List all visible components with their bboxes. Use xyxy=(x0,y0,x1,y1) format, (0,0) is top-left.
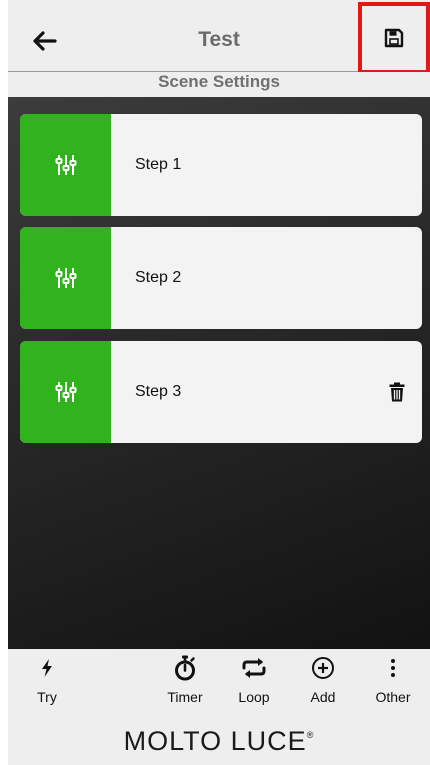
stopwatch-icon xyxy=(174,653,196,683)
sliders-icon xyxy=(55,382,76,402)
plus-circle-icon xyxy=(311,653,335,683)
subheader-bar: Scene Settings xyxy=(8,72,430,97)
bottom-toolbar: Try Timer Loop Add Other xyxy=(8,649,430,717)
step-icon-box xyxy=(20,114,111,216)
step-label: Step 3 xyxy=(135,383,182,400)
brand-name: MOLTO LUCE xyxy=(123,725,307,756)
floppy-disk-icon xyxy=(384,28,404,48)
try-button[interactable]: Try xyxy=(17,653,77,713)
section-title: Scene Settings xyxy=(158,72,280,91)
delete-step-button[interactable] xyxy=(386,380,408,404)
footer-bar: MOLTO LUCE® xyxy=(8,717,430,765)
step-label: Step 2 xyxy=(135,269,182,286)
step-item-3[interactable]: Step 3 xyxy=(20,341,422,443)
bolt-icon xyxy=(41,653,53,683)
tool-label: Loop xyxy=(238,689,270,705)
sliders-icon xyxy=(55,268,76,288)
other-button[interactable]: Other xyxy=(363,653,423,713)
tool-label: Other xyxy=(375,689,411,705)
timer-button[interactable]: Timer xyxy=(155,653,215,713)
trash-icon xyxy=(389,382,405,402)
step-item-1[interactable]: Step 1 xyxy=(20,114,422,216)
step-label: Step 1 xyxy=(135,156,182,173)
loop-button[interactable]: Loop xyxy=(224,653,284,713)
step-icon-box xyxy=(20,227,111,329)
save-button[interactable] xyxy=(358,2,430,74)
registered-mark: ® xyxy=(306,729,315,740)
more-vertical-icon xyxy=(390,653,396,683)
step-item-2[interactable]: Step 2 xyxy=(20,227,422,329)
tool-label: Try xyxy=(37,689,57,705)
tool-label: Timer xyxy=(167,689,203,705)
loop-icon xyxy=(240,653,268,683)
sliders-icon xyxy=(55,155,76,175)
tool-label: Add xyxy=(310,689,336,705)
step-icon-box xyxy=(20,341,111,443)
brand-logo: MOLTO LUCE® xyxy=(124,726,315,757)
add-button[interactable]: Add xyxy=(293,653,353,713)
steps-list: Step 1 Step 2 Step 3 xyxy=(8,97,430,649)
